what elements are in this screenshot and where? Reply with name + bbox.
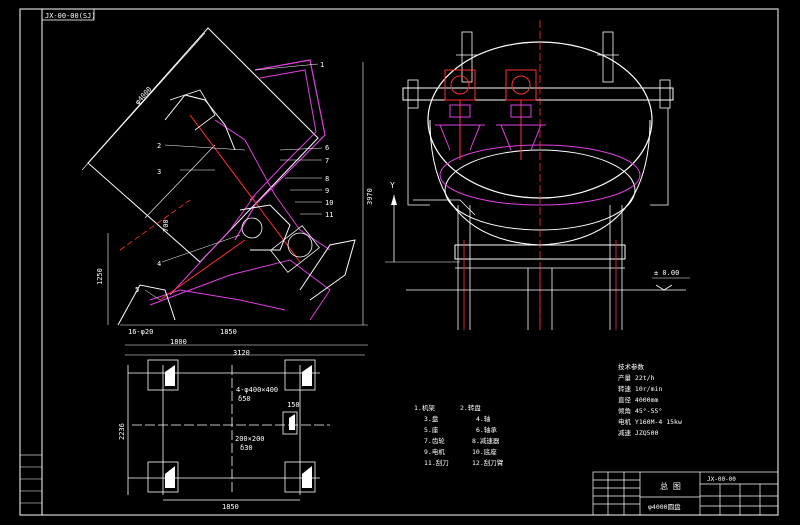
svg-text:倾角 45°-55°: 倾角 45°-55° [618, 406, 662, 415]
dim-2236: 2236 [118, 423, 126, 440]
foundation-plan [127, 359, 330, 501]
svg-text:4.轴: 4.轴 [476, 414, 491, 423]
dim-3970: 3970 [366, 188, 374, 205]
callout-8: 8 [325, 175, 329, 183]
callout-6: 6 [325, 144, 329, 152]
dim-holes: 16-φ20 [128, 328, 153, 336]
y-axis-label: Y [390, 181, 395, 190]
dim-700: 700 [162, 219, 170, 232]
svg-text:1.机架: 1.机架 [414, 403, 435, 412]
callout-5: 5 [135, 286, 139, 294]
cad-drawing: JX-00-00(SJ) φ4000 700 1250 3970 16-φ20 … [19, 8, 779, 516]
drawing-number: JX-00-00 [707, 476, 736, 483]
model-name: φ4000圆盘 [648, 502, 681, 511]
svg-text:转速 10r/min: 转速 10r/min [618, 384, 662, 393]
dim-3120: 3120 [233, 349, 250, 357]
plate-small-thk: δ30 [240, 444, 253, 452]
left-stamp [19, 454, 43, 516]
svg-text:电机 Y160M-4 15kw: 电机 Y160M-4 15kw [618, 417, 682, 426]
callout-7: 7 [325, 157, 329, 165]
svg-text:6.轴承: 6.轴承 [476, 425, 497, 434]
svg-text:技术参数: 技术参数 [618, 362, 645, 371]
foundation-hatch [165, 365, 312, 488]
svg-text:7.齿轮: 7.齿轮 [424, 436, 445, 445]
svg-text:11.刮刀: 11.刮刀 [424, 458, 449, 467]
svg-text:12.刮刀臂: 12.刮刀臂 [472, 458, 504, 467]
plate-large-thk: δ50 [238, 395, 251, 403]
callout-11: 11 [325, 211, 333, 219]
level-label: ± 0.00 [654, 269, 679, 277]
drawing-code: JX-00-00(SJ) [45, 12, 96, 20]
svg-text:减速 JZQ500: 减速 JZQ500 [618, 428, 658, 437]
callout-1: 1 [320, 61, 324, 69]
tech-specs: 技术参数 产量 22t/h 转速 10r/min 直径 4000mm 倾角 45… [618, 362, 682, 437]
parts-list: 1.机架 2.转盘 3.盘 4.轴 5.座 6.轴承 7.齿轮 8.减速器 9.… [414, 403, 504, 467]
callout-9: 9 [325, 187, 329, 195]
drawing-name: 总 图 [660, 481, 681, 491]
front-elevation [385, 20, 690, 330]
svg-text:5.座: 5.座 [424, 425, 439, 434]
callout-3: 3 [157, 168, 161, 176]
svg-text:8.减速器: 8.减速器 [472, 436, 500, 445]
svg-text:10.底座: 10.底座 [472, 447, 497, 456]
plate-large: 4-φ400×400 [236, 386, 278, 394]
dim-1850-b: 1850 [222, 503, 239, 511]
plate-small: 200×200 [235, 435, 265, 443]
callout-4: 4 [157, 260, 161, 268]
svg-text:3.盘: 3.盘 [424, 414, 439, 423]
dim-diameter: φ4000 [134, 85, 154, 106]
callout-2: 2 [157, 142, 161, 150]
dim-1250: 1250 [96, 268, 104, 285]
svg-text:产量 22t/h: 产量 22t/h [618, 373, 655, 382]
svg-text:直径 4000mm: 直径 4000mm [618, 395, 658, 404]
callout-10: 10 [325, 199, 333, 207]
dim-1850-a: 1850 [220, 328, 237, 336]
title-block [592, 471, 779, 516]
dim-1800: 1800 [170, 338, 187, 346]
dim-150: 150 [287, 401, 300, 409]
svg-text:2.转盘: 2.转盘 [460, 403, 481, 412]
svg-text:9.电机: 9.电机 [424, 447, 445, 456]
